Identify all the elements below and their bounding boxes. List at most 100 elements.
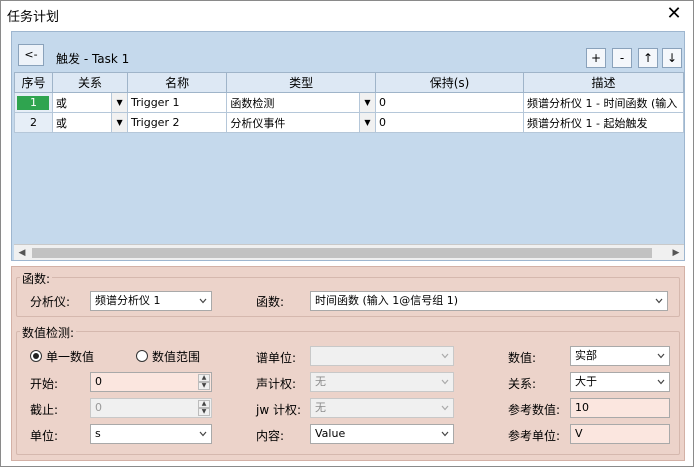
dropdown-arrow-icon[interactable]: ▼ <box>359 93 375 112</box>
remove-trigger-button[interactable]: - <box>612 48 632 68</box>
jw-weighting-select[interactable]: 无 <box>310 398 454 418</box>
reference-value-input[interactable]: 10 <box>570 398 670 418</box>
scroll-thumb[interactable] <box>32 248 652 258</box>
acoustic-weighting-select[interactable]: 无 <box>310 372 454 392</box>
chevron-down-icon <box>441 405 449 411</box>
analyzer-select[interactable]: 频谱分析仪 1 <box>90 291 212 311</box>
start-label: 开始: <box>30 377 59 391</box>
chevron-down-icon <box>657 353 665 359</box>
description-cell[interactable]: 频谱分析仪 1 - 起始触发 <box>523 112 684 133</box>
content-label: 内容: <box>256 429 285 443</box>
function-value: 时间函数 (输入 1@信号组 1) <box>315 294 459 307</box>
table-row[interactable]: 1 或 ▼ Trigger 1 函数检测 ▼ 0 频谱分析仪 1 - 时间函数 (输… <box>14 92 684 113</box>
reference-unit-label: 参考单位: <box>508 429 561 443</box>
col-header-relation[interactable]: 关系 <box>51 72 129 93</box>
unit-value: s <box>95 427 101 440</box>
relation-value: 大于 <box>575 375 597 388</box>
trigger-grid: 序号 关系 名称 类型 保持(s) 描述 1 或 ▼ Trigger 1 函数检测… <box>14 72 684 244</box>
function-select[interactable]: 时间函数 (输入 1@信号组 1) <box>310 291 668 311</box>
col-header-description[interactable]: 描述 <box>523 72 684 93</box>
relation-cell[interactable]: 或 ▼ <box>51 112 129 133</box>
chevron-down-icon <box>441 431 449 437</box>
row-index-cell[interactable]: 2 <box>14 112 53 133</box>
acoustic-weighting-label: 声计权: <box>256 377 297 391</box>
content-value: Value <box>315 427 346 440</box>
dropdown-arrow-icon[interactable]: ▼ <box>111 113 127 132</box>
col-header-index[interactable]: 序号 <box>14 72 53 93</box>
stop-input[interactable]: 0 ▲ ▼ <box>90 398 212 418</box>
jw-weighting-label: jw 计权: <box>256 403 302 417</box>
row-index-selected: 1 <box>17 95 50 110</box>
relation-value: 或 <box>55 96 67 110</box>
acoustic-weighting-value: 无 <box>315 375 326 388</box>
start-value: 0 <box>95 375 102 388</box>
step-down-icon[interactable]: ▼ <box>198 382 210 390</box>
dropdown-arrow-icon[interactable]: ▼ <box>111 93 127 112</box>
window-title: 任务计划 <box>7 10 60 25</box>
analyzer-value: 频谱分析仪 1 <box>95 294 161 307</box>
function-label: 函数: <box>256 295 285 309</box>
trigger-config-panel: 函数: 分析仪: 频谱分析仪 1 函数: 时间函数 (输入 1@信号组 1) 数… <box>11 266 685 461</box>
relation-cell[interactable]: 或 ▼ <box>51 92 129 113</box>
reference-value: 10 <box>575 401 589 414</box>
trigger-panel-title: 触发 - Task 1 <box>56 52 130 66</box>
name-cell[interactable]: Trigger 2 <box>127 112 228 133</box>
col-header-name[interactable]: 名称 <box>127 72 228 93</box>
step-up-icon[interactable]: ▲ <box>198 374 210 382</box>
title-bar: 任务计划 ✕ <box>1 1 693 29</box>
single-value-label[interactable]: 单一数值 <box>46 348 94 365</box>
spectrum-unit-label: 谱单位: <box>256 351 297 365</box>
chevron-down-icon <box>199 298 207 304</box>
start-stepper[interactable]: ▲ ▼ <box>198 374 210 390</box>
step-up-icon[interactable]: ▲ <box>198 400 210 408</box>
function-group-title: 函数: <box>20 270 53 287</box>
stop-value: 0 <box>95 401 102 414</box>
relation-value: 或 <box>55 116 67 130</box>
grid-header-row: 序号 关系 名称 类型 保持(s) 描述 <box>14 72 684 93</box>
close-icon[interactable]: ✕ <box>663 3 685 25</box>
col-header-type[interactable]: 类型 <box>226 72 376 93</box>
hold-cell[interactable]: 0 <box>374 112 525 133</box>
reference-unit-input[interactable]: V <box>570 424 670 444</box>
value-detection-title: 数值检测: <box>20 324 77 341</box>
value-range-label[interactable]: 数值范围 <box>152 348 200 365</box>
col-header-hold[interactable]: 保持(s) <box>374 72 525 93</box>
row-index-cell[interactable]: 1 <box>14 92 53 113</box>
scroll-right-icon[interactable]: ▶ <box>668 245 684 261</box>
dropdown-arrow-icon[interactable]: ▼ <box>359 113 375 132</box>
name-cell[interactable]: Trigger 1 <box>127 92 228 113</box>
add-trigger-button[interactable]: + <box>586 48 606 68</box>
stop-stepper[interactable]: ▲ ▼ <box>198 400 210 416</box>
horizontal-scrollbar[interactable]: ◀ ▶ <box>14 244 684 260</box>
unit-select[interactable]: s <box>90 424 212 444</box>
value-label: 数值: <box>508 351 537 365</box>
step-down-icon[interactable]: ▼ <box>198 408 210 416</box>
scroll-left-icon[interactable]: ◀ <box>14 245 30 261</box>
type-cell[interactable]: 函数检测 ▼ <box>226 92 376 113</box>
single-value-radio[interactable] <box>30 350 42 362</box>
move-up-button[interactable]: ↑ <box>638 48 658 68</box>
spectrum-unit-select[interactable] <box>310 346 454 366</box>
table-row[interactable]: 2 或 ▼ Trigger 2 分析仪事件 ▼ 0 频谱分析仪 1 - 起始触发 <box>14 112 684 133</box>
unit-label: 单位: <box>30 429 59 443</box>
type-value: 函数检测 <box>230 96 275 110</box>
start-input[interactable]: 0 ▲ ▼ <box>90 372 212 392</box>
move-down-button[interactable]: ↓ <box>662 48 682 68</box>
value-value: 实部 <box>575 349 597 362</box>
description-cell[interactable]: 频谱分析仪 1 - 时间函数 (输入 <box>523 92 684 113</box>
value-select[interactable]: 实部 <box>570 346 670 366</box>
chevron-down-icon <box>657 379 665 385</box>
relation-select[interactable]: 大于 <box>570 372 670 392</box>
value-range-radio[interactable] <box>136 350 148 362</box>
type-value: 分析仪事件 <box>230 116 286 130</box>
reference-value-label: 参考数值: <box>508 403 561 417</box>
stop-label: 截止: <box>30 403 59 417</box>
chevron-down-icon <box>441 379 449 385</box>
trigger-panel: <- 触发 - Task 1 + - ↑ ↓ 序号 关系 名称 类型 保持(s)… <box>11 31 685 261</box>
content-select[interactable]: Value <box>310 424 454 444</box>
hold-cell[interactable]: 0 <box>374 92 525 113</box>
chevron-down-icon <box>441 353 449 359</box>
back-button[interactable]: <- <box>18 44 44 66</box>
chevron-down-icon <box>199 431 207 437</box>
type-cell[interactable]: 分析仪事件 ▼ <box>226 112 376 133</box>
